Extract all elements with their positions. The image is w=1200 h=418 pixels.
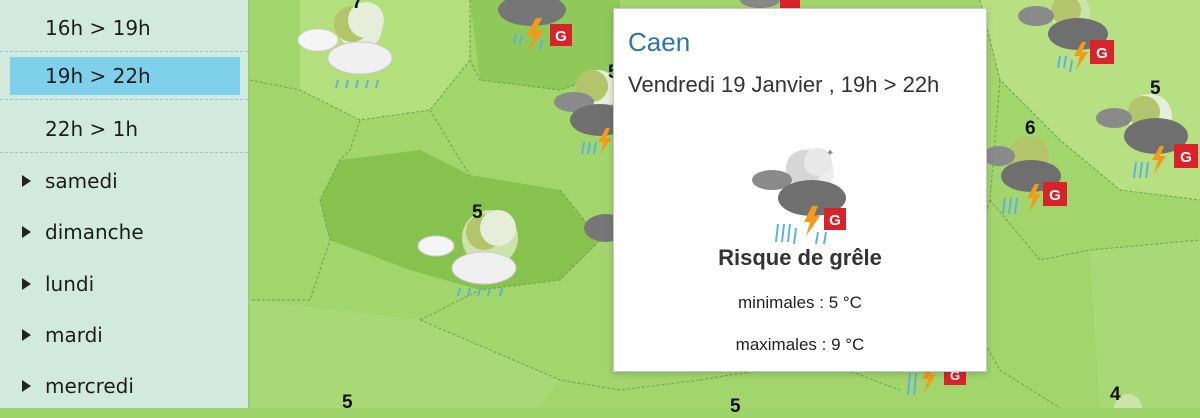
time-slot-label: 16h > 19h xyxy=(45,16,151,40)
popup-condition: Risque de grêle xyxy=(718,245,882,270)
night-cloud-rain-icon xyxy=(297,2,393,89)
marker-temp: 6 xyxy=(1025,118,1036,139)
day-label: mercredi xyxy=(45,374,134,398)
day-label: dimanche xyxy=(45,220,144,244)
marker-temp: 5 xyxy=(472,202,483,223)
storm-hail-icon: G xyxy=(498,0,572,52)
svg-text:G: G xyxy=(1180,149,1192,166)
weather-marker[interactable]: 4 xyxy=(1090,380,1170,418)
svg-text:G: G xyxy=(829,212,841,229)
night-cloud-rain-icon xyxy=(417,210,518,297)
svg-text:G: G xyxy=(555,28,567,45)
expand-arrow-icon xyxy=(22,226,31,238)
svg-text:✦: ✦ xyxy=(826,148,834,159)
night-cloud-icon xyxy=(1114,394,1142,418)
weather-marker[interactable]: G 5 xyxy=(1090,78,1200,188)
weather-marker[interactable]: G xyxy=(1010,0,1125,85)
expand-arrow-icon xyxy=(22,380,31,392)
day-samedi[interactable]: samedi xyxy=(0,156,248,206)
popup-city-name[interactable]: Caen xyxy=(628,27,690,58)
day-mercredi[interactable]: mercredi xyxy=(0,361,248,411)
day-lundi[interactable]: lundi xyxy=(0,259,248,309)
time-slot-22h-1h[interactable]: 22h > 1h xyxy=(0,105,248,153)
marker-temp: 5 xyxy=(342,392,353,413)
forecast-popup: Caen Vendredi 19 Janvier , 19h > 22h ✦ G… xyxy=(613,8,987,372)
day-label: mardi xyxy=(45,323,103,347)
marker-temp: 4 xyxy=(1110,384,1121,405)
weather-marker[interactable]: 5 xyxy=(720,396,760,417)
day-dimanche[interactable]: dimanche xyxy=(0,207,248,257)
weather-marker[interactable]: 5 xyxy=(330,390,370,413)
day-label: lundi xyxy=(45,272,95,296)
weather-marker[interactable]: G 6 xyxy=(983,118,1075,218)
weather-marker[interactable]: G xyxy=(480,0,590,60)
svg-text:G: G xyxy=(1096,45,1108,62)
expand-arrow-icon xyxy=(22,278,31,290)
time-slot-label: 19h > 22h xyxy=(45,64,151,88)
time-sidebar: 16h > 19h 19h > 22h 22h > 1h samedi dima… xyxy=(0,0,248,408)
expand-arrow-icon xyxy=(22,175,31,187)
day-label: samedi xyxy=(45,169,118,193)
night-storm-hail-icon: G xyxy=(1096,94,1198,179)
time-slot-19h-22h[interactable]: 19h > 22h xyxy=(0,52,248,100)
popup-date-range: Vendredi 19 Janvier , 19h > 22h xyxy=(628,72,940,97)
svg-text:G: G xyxy=(1049,187,1061,204)
time-slot-16h-19h[interactable]: 16h > 19h xyxy=(0,4,248,52)
weather-marker[interactable]: 5 xyxy=(410,200,520,300)
marker-temp: 7 xyxy=(352,0,363,13)
expand-arrow-icon xyxy=(22,329,31,341)
night-storm-hail-icon: ✦ G xyxy=(748,142,852,250)
night-storm-hail-icon: G xyxy=(1018,0,1114,73)
marker-temp: 5 xyxy=(1150,78,1161,99)
popup-min-temp: minimales : 5 °C xyxy=(738,293,862,312)
popup-max-temp: maximales : 9 °C xyxy=(735,335,865,354)
time-slot-label: 22h > 1h xyxy=(45,117,138,141)
day-mardi[interactable]: mardi xyxy=(0,310,248,360)
marker-temp: 5 xyxy=(730,396,741,417)
weather-marker[interactable]: 7 xyxy=(290,0,400,95)
